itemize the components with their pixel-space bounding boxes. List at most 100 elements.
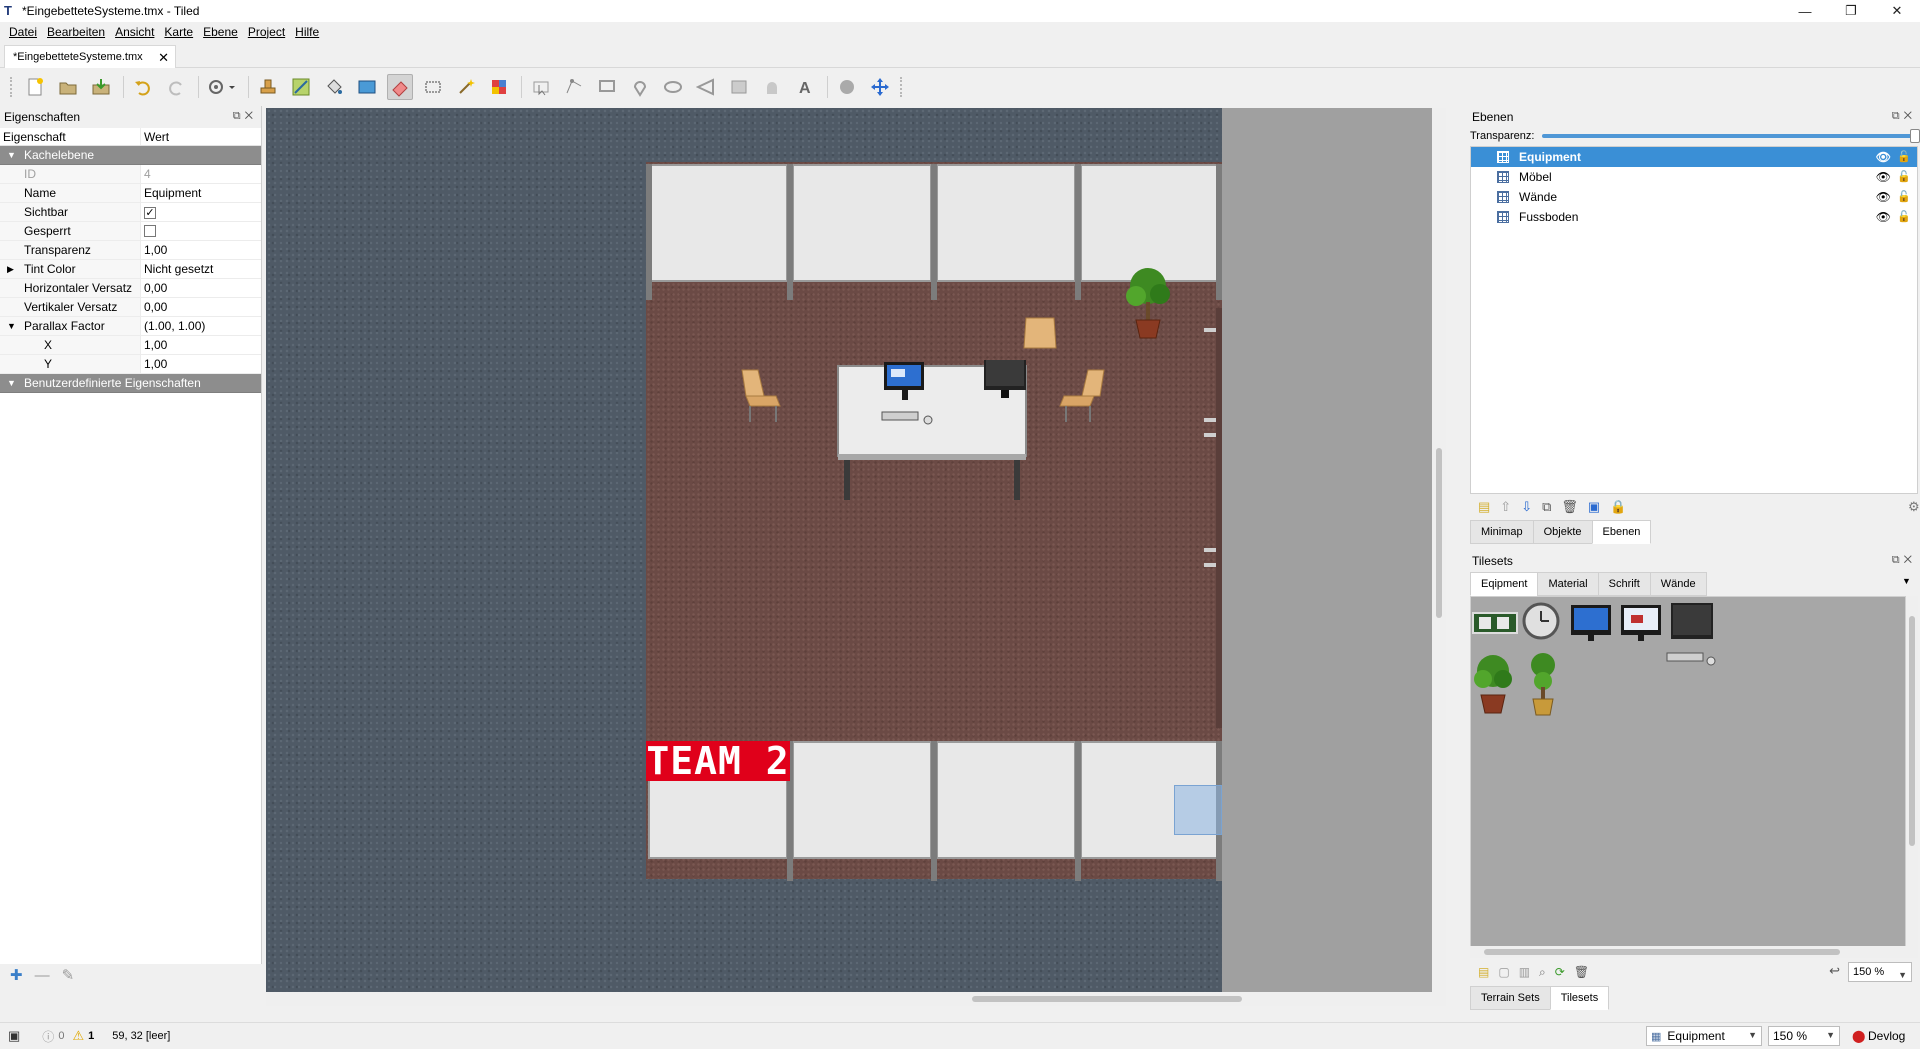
insert-rectangle-icon[interactable]: [594, 74, 620, 100]
locked-checkbox[interactable]: [144, 225, 156, 237]
eye-icon[interactable]: 👁: [1876, 210, 1891, 224]
property-row-name[interactable]: Name Equipment: [0, 184, 261, 203]
property-row-parallax-y[interactable]: Y 1,00: [0, 355, 261, 374]
property-value[interactable]: 1,00: [141, 355, 261, 373]
menu-project[interactable]: Project: [243, 25, 290, 39]
stamp-brush-icon[interactable]: [255, 74, 281, 100]
property-value[interactable]: 0,00: [141, 279, 261, 297]
chevron-down-icon[interactable]: ▼: [1898, 966, 1907, 984]
column-value[interactable]: Wert: [141, 128, 169, 145]
console-icon[interactable]: ▣: [8, 1028, 20, 1044]
tab-eqipment[interactable]: Eqipment: [1470, 572, 1538, 596]
tileset-horizontal-scrollbar[interactable]: [1470, 946, 1906, 958]
error-icon[interactable]: ⓘ: [42, 1028, 54, 1045]
group-custom-properties[interactable]: ▼ Benutzerdefinierte Eigenschaften: [0, 374, 261, 393]
zoom-reset-icon[interactable]: ↩: [1829, 963, 1840, 979]
close-window-button[interactable]: ✕: [1874, 0, 1920, 22]
menu-karte[interactable]: Karte: [159, 25, 198, 39]
property-row-parallax-x[interactable]: X 1,00: [0, 336, 261, 355]
property-row-tint-color[interactable]: ▶ Tint Color Nicht gesetzt: [0, 260, 261, 279]
insert-polygon-icon[interactable]: [693, 74, 719, 100]
select-same-tile-icon[interactable]: [486, 74, 512, 100]
tileset-menu-chevron-icon[interactable]: ▼: [1902, 576, 1911, 586]
devlog-icon[interactable]: ⬤: [1852, 1029, 1865, 1043]
minimize-button[interactable]: —: [1782, 0, 1828, 22]
map-canvas[interactable]: TEAM 2: [266, 108, 1222, 1006]
chevron-down-icon[interactable]: ▼: [1826, 1030, 1835, 1040]
world-tool-icon[interactable]: [834, 74, 860, 100]
add-property-icon[interactable]: ✚: [10, 966, 23, 984]
magic-wand-icon[interactable]: [453, 74, 479, 100]
property-row-offset-y[interactable]: Vertikaler Versatz 0,00: [0, 298, 261, 317]
map-view[interactable]: TEAM 2: [266, 108, 1446, 1006]
edit-tileset-icon[interactable]: ⌕: [1539, 965, 1546, 980]
dock-buttons[interactable]: ⧉✕: [1892, 554, 1916, 567]
remove-property-icon[interactable]: —: [35, 967, 50, 984]
insert-ellipse-icon[interactable]: [660, 74, 686, 100]
property-value[interactable]: Nicht gesetzt: [141, 260, 261, 278]
tileset-zoom-select[interactable]: 150 % ▼: [1848, 962, 1912, 982]
menu-ebene[interactable]: Ebene: [198, 25, 243, 39]
eye-icon[interactable]: 👁: [1876, 170, 1891, 184]
group-kachelebene[interactable]: ▼ Kachelebene: [0, 146, 261, 165]
rectangular-select-icon[interactable]: [420, 74, 446, 100]
insert-text-icon[interactable]: A: [792, 74, 818, 100]
property-value[interactable]: 1,00: [141, 336, 261, 354]
tab-schrift[interactable]: Schrift: [1597, 572, 1650, 596]
tab-waende[interactable]: Wände: [1649, 572, 1707, 596]
tab-minimap[interactable]: Minimap: [1470, 520, 1533, 544]
scrollbar-thumb[interactable]: [1436, 448, 1442, 618]
eraser-icon[interactable]: [387, 74, 413, 100]
property-row-locked[interactable]: Gesperrt: [0, 222, 261, 241]
delete-layer-icon[interactable]: 🗑: [1561, 499, 1578, 515]
property-value[interactable]: Equipment: [141, 184, 261, 202]
eye-icon[interactable]: 👁: [1876, 150, 1891, 164]
redo-icon[interactable]: [163, 74, 189, 100]
dock-buttons[interactable]: ⧉✕: [1892, 110, 1916, 123]
unlock-icon[interactable]: 🔓: [1897, 210, 1911, 223]
devlog-label[interactable]: Devlog: [1868, 1029, 1905, 1043]
toggle-other-layers-icon[interactable]: ▣: [1588, 499, 1600, 515]
scrollbar-thumb[interactable]: [1909, 616, 1915, 846]
property-row-visible[interactable]: Sichtbar ✓: [0, 203, 261, 222]
property-row-id[interactable]: ID 4: [0, 165, 261, 184]
map-horizontal-scrollbar[interactable]: [266, 992, 1446, 1006]
lock-other-layers-icon[interactable]: 🔒: [1610, 499, 1626, 515]
tab-terrain-sets[interactable]: Terrain Sets: [1470, 986, 1550, 1010]
menu-hilfe[interactable]: Hilfe: [290, 25, 324, 39]
expand-arrow-icon[interactable]: ▼: [7, 317, 16, 336]
terrain-brush-icon[interactable]: [288, 74, 314, 100]
menu-ansicht[interactable]: Ansicht: [110, 25, 159, 39]
export-tileset-icon[interactable]: ▥: [1519, 965, 1530, 979]
move-tool-icon[interactable]: [867, 74, 893, 100]
toolbar-grip[interactable]: [10, 77, 14, 97]
slider-handle[interactable]: [1910, 129, 1920, 143]
scrollbar-thumb[interactable]: [972, 996, 1242, 1002]
current-layer-select[interactable]: ▦ Equipment ▼: [1646, 1026, 1762, 1046]
panel-options-icon[interactable]: ⚙: [1908, 499, 1920, 515]
dock-buttons[interactable]: ⧉✕: [233, 110, 257, 123]
eye-icon[interactable]: 👁: [1876, 190, 1891, 204]
warning-icon[interactable]: ⚠: [72, 1028, 84, 1044]
chevron-down-icon[interactable]: ▼: [1748, 1030, 1757, 1040]
dynamic-wrapping-icon[interactable]: ⟳: [1555, 965, 1565, 979]
insert-tile-icon[interactable]: [726, 74, 752, 100]
map-zoom-select[interactable]: 150 % ▼: [1768, 1026, 1840, 1046]
embed-tileset-icon[interactable]: ▢: [1498, 965, 1509, 979]
visible-checkbox[interactable]: ✓: [144, 207, 156, 219]
remove-tileset-icon[interactable]: 🗑: [1574, 965, 1589, 979]
tab-tilesets[interactable]: Tilesets: [1549, 986, 1610, 1010]
raise-layer-icon[interactable]: ⇧: [1500, 499, 1511, 515]
bucket-fill-icon[interactable]: [321, 74, 347, 100]
expand-arrow-icon[interactable]: ▶: [7, 260, 14, 279]
unlock-icon[interactable]: 🔓: [1897, 190, 1911, 203]
map-vertical-scrollbar[interactable]: [1432, 108, 1446, 1006]
select-objects-icon[interactable]: [528, 74, 554, 100]
duplicate-layer-icon[interactable]: ⧉: [1542, 499, 1551, 515]
layer-item-waende[interactable]: Wände 👁 🔓: [1471, 187, 1917, 207]
property-value[interactable]: 0,00: [141, 298, 261, 316]
tileset-vertical-scrollbar[interactable]: [1906, 596, 1918, 958]
edit-polygons-icon[interactable]: [561, 74, 587, 100]
toolbar-grip[interactable]: [900, 77, 904, 97]
tab-material[interactable]: Material: [1537, 572, 1598, 596]
